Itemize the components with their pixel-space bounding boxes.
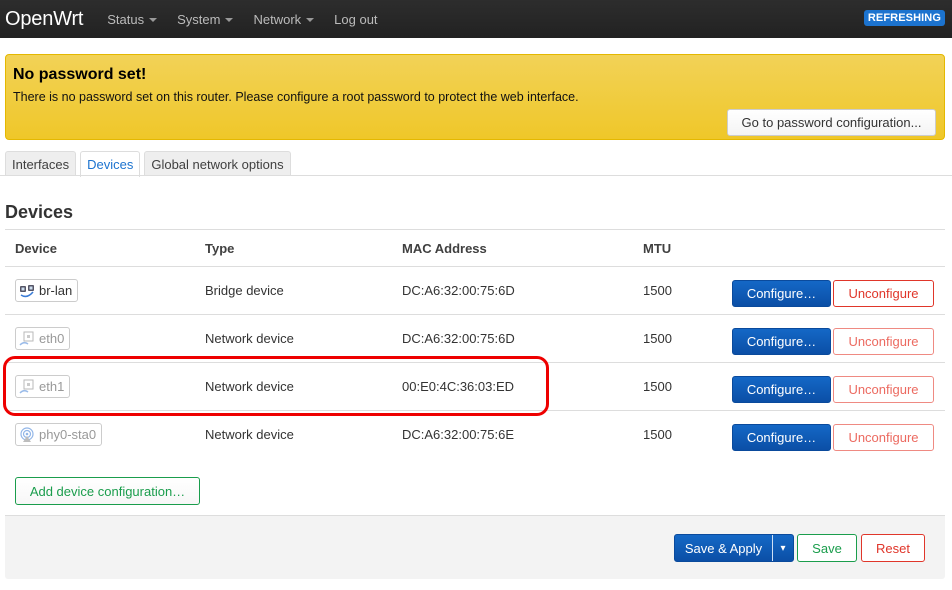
table-header: Device Type MAC Address MTU [5, 229, 945, 267]
device-mtu: 1500 [643, 427, 672, 442]
table-row: br-lan Bridge device DC:A6:32:00:75:6D 1… [5, 267, 945, 315]
device-type: Network device [205, 379, 294, 394]
unconfigure-button[interactable]: Unconfigure [833, 376, 934, 403]
bridge-icon [20, 284, 34, 297]
reset-button[interactable]: Reset [861, 534, 925, 562]
tab-global-network-options[interactable]: Global network options [144, 151, 291, 176]
device-mtu: 1500 [643, 379, 672, 394]
action-footer: Save & Apply ▾ Save Reset [5, 515, 945, 579]
device-name: br-lan [39, 283, 73, 298]
caret-down-icon: ▾ [780, 542, 786, 554]
device-name: phy0-sta0 [39, 427, 97, 442]
tab-interfaces[interactable]: Interfaces [5, 151, 77, 176]
nav-menu-system[interactable]: System [177, 11, 234, 27]
tab-devices[interactable]: Devices [80, 151, 141, 177]
column-header-type: Type [205, 241, 235, 256]
ethernet-icon [19, 331, 34, 346]
unconfigure-button[interactable]: Unconfigure [833, 424, 934, 451]
table-row: phy0-sta0 Network device DC:A6:32:00:75:… [5, 411, 945, 459]
caret-down-icon [306, 17, 315, 22]
refreshing-badge[interactable]: REFRESHING [863, 10, 945, 26]
configure-button[interactable]: Configure… [732, 376, 831, 403]
device-name: eth1 [39, 379, 65, 394]
device-mac: DC:A6:32:00:75:6E [402, 427, 515, 442]
nav-logout[interactable]: Log out [334, 12, 377, 27]
caret-down-icon [225, 17, 234, 22]
device-mtu: 1500 [643, 331, 672, 346]
devices-table: Device Type MAC Address MTU br-lan Bridg… [5, 229, 945, 459]
device-badge: br-lan [15, 279, 79, 302]
network-tabs: Interfaces Devices Global network option… [5, 151, 295, 177]
no-password-alert: No password set! There is no password se… [5, 54, 945, 140]
device-name: eth0 [39, 331, 65, 346]
table-row: eth0 Network device DC:A6:32:00:75:6D 15… [5, 315, 945, 363]
column-header-mtu: MTU [643, 241, 672, 256]
nav-menu-label: Status [107, 11, 145, 27]
top-navbar: OpenWrt Status System Network Log out RE… [0, 0, 952, 38]
save-button[interactable]: Save [797, 534, 857, 562]
configure-button[interactable]: Configure… [732, 328, 831, 355]
configure-button[interactable]: Configure… [732, 424, 831, 451]
save-apply-button-group: Save & Apply ▾ [674, 534, 794, 562]
unconfigure-button[interactable]: Unconfigure [833, 280, 934, 307]
device-badge: phy0-sta0 [15, 423, 103, 446]
device-badge: eth1 [15, 375, 71, 398]
brand-logo[interactable]: OpenWrt [5, 8, 83, 31]
nav-menu-label: Network [253, 11, 302, 27]
device-mac: 00:E0:4C:36:03:ED [402, 379, 515, 394]
device-type: Network device [205, 331, 294, 346]
save-apply-button[interactable]: Save & Apply [675, 535, 773, 561]
unconfigure-button[interactable]: Unconfigure [833, 328, 934, 355]
device-type: Bridge device [205, 283, 284, 298]
section-title: Devices [5, 202, 74, 222]
configure-button[interactable]: Configure… [732, 280, 831, 307]
go-to-password-button[interactable]: Go to password configuration... [727, 109, 936, 136]
nav-menu-network[interactable]: Network [253, 11, 315, 27]
caret-down-icon [149, 17, 158, 22]
device-type: Network device [205, 427, 294, 442]
nav-menu-label: System [177, 11, 221, 27]
device-mac: DC:A6:32:00:75:6D [402, 283, 515, 298]
alert-title: No password set! [13, 66, 147, 83]
device-badge: eth0 [15, 327, 71, 350]
column-header-device: Device [15, 241, 57, 256]
wifi-icon [20, 426, 34, 442]
alert-message: There is no password set on this router.… [13, 90, 579, 104]
table-row: eth1 Network device 00:E0:4C:36:03:ED 15… [5, 363, 945, 411]
add-device-configuration-button[interactable]: Add device configuration… [15, 477, 200, 505]
column-header-mac: MAC Address [402, 241, 487, 256]
tabs-divider [0, 175, 952, 176]
ethernet-icon [19, 379, 34, 394]
device-mtu: 1500 [643, 283, 672, 298]
nav-menu-status[interactable]: Status [107, 11, 158, 27]
device-mac: DC:A6:32:00:75:6D [402, 331, 515, 346]
save-apply-dropdown-toggle[interactable]: ▾ [773, 535, 793, 561]
